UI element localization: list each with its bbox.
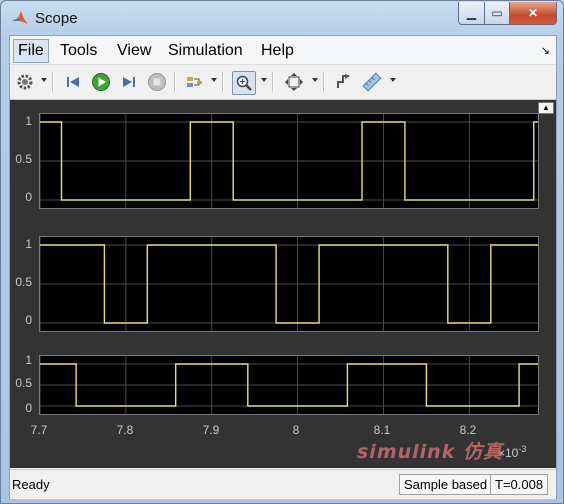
status-ready: Ready xyxy=(12,477,50,492)
run-icon[interactable] xyxy=(90,71,112,93)
signal-trace-3 xyxy=(40,356,538,414)
close-button[interactable]: ✕ xyxy=(510,2,557,25)
signal-icon[interactable] xyxy=(183,71,205,93)
matlab-icon xyxy=(12,11,28,24)
close-icon: ✕ xyxy=(527,6,539,20)
gear-icon[interactable] xyxy=(14,71,36,93)
y-tick-label: 0 xyxy=(25,313,32,327)
undock-icon[interactable]: ↘ xyxy=(541,44,550,57)
highlight-icon[interactable] xyxy=(333,71,355,93)
menu-simulation[interactable]: Simulation xyxy=(168,42,243,60)
status-bar: Ready Sample based T=0.008 xyxy=(10,469,556,499)
x-tick-label: 8 xyxy=(292,423,300,437)
status-sample-mode: Sample based xyxy=(399,474,493,495)
stop-icon[interactable] xyxy=(146,71,168,93)
minimize-icon: ▁ xyxy=(466,6,477,20)
toolbar-separator xyxy=(174,72,176,92)
window-title: Scope xyxy=(35,10,78,27)
status-time: T=0.008 xyxy=(490,474,549,495)
x-tick-label: 7.9 xyxy=(202,423,220,437)
watermark-logo: simulink 仿真 xyxy=(357,441,503,463)
scope-window: Scope ▁ ▭ ✕ File Tools View Simulation H… xyxy=(0,0,564,504)
plot-axes-2[interactable] xyxy=(39,236,539,332)
minimize-button[interactable]: ▁ xyxy=(458,2,485,25)
y-tick-label: 1 xyxy=(25,237,32,251)
maximize-icon: ▭ xyxy=(491,6,503,20)
menu-help[interactable]: Help xyxy=(261,42,294,60)
x-tick-label: 8.2 xyxy=(459,423,477,437)
signal-trace-1 xyxy=(40,114,538,208)
chevron-down-icon[interactable] xyxy=(390,78,396,82)
toolbar xyxy=(10,65,556,100)
autoscale-icon[interactable] xyxy=(283,71,305,93)
chevron-down-icon[interactable] xyxy=(211,78,217,82)
chevron-down-icon[interactable] xyxy=(312,78,318,82)
chevron-down-icon[interactable] xyxy=(41,78,47,82)
scope-display: ▲ 1 0.5 0 1 0.5 0 1 0.5 0 7.7 7.8 7.9 8 … xyxy=(10,100,556,468)
undock-axes-icon[interactable]: ▲ xyxy=(538,102,554,114)
y-tick-label: 0.5 xyxy=(15,275,32,289)
step-forward-icon[interactable] xyxy=(118,71,140,93)
measure-icon[interactable] xyxy=(361,71,383,93)
y-tick-label: 1 xyxy=(25,353,32,367)
x-tick-label: 7.7 xyxy=(30,423,48,437)
signal-trace-2 xyxy=(40,237,538,331)
toolbar-separator xyxy=(222,72,224,92)
y-tick-label: 0 xyxy=(25,190,32,204)
x-tick-label: 7.8 xyxy=(116,423,134,437)
menu-view[interactable]: View xyxy=(117,42,151,60)
plot-axes-3[interactable] xyxy=(39,355,539,415)
menu-tools[interactable]: Tools xyxy=(60,42,97,60)
menu-file[interactable]: File xyxy=(13,39,49,63)
y-tick-label: 1 xyxy=(25,114,32,128)
y-tick-label: 0 xyxy=(25,401,32,415)
toolbar-separator xyxy=(272,72,274,92)
scope-body: File Tools View Simulation Help ↘ ▲ 1 0.… xyxy=(9,35,557,499)
maximize-button[interactable]: ▭ xyxy=(485,2,510,25)
toolbar-separator xyxy=(323,72,325,92)
menu-bar: File Tools View Simulation Help ↘ xyxy=(10,36,556,65)
toolbar-separator xyxy=(52,72,54,92)
chevron-down-icon[interactable] xyxy=(261,78,267,82)
title-bar[interactable]: Scope ▁ ▭ ✕ xyxy=(1,1,563,35)
y-tick-label: 0.5 xyxy=(15,152,32,166)
zoom-in-icon[interactable] xyxy=(232,71,256,95)
x-tick-label: 8.1 xyxy=(373,423,391,437)
step-back-icon[interactable] xyxy=(62,71,84,93)
y-tick-label: 0.5 xyxy=(15,376,32,390)
plot-axes-1[interactable] xyxy=(39,113,539,209)
